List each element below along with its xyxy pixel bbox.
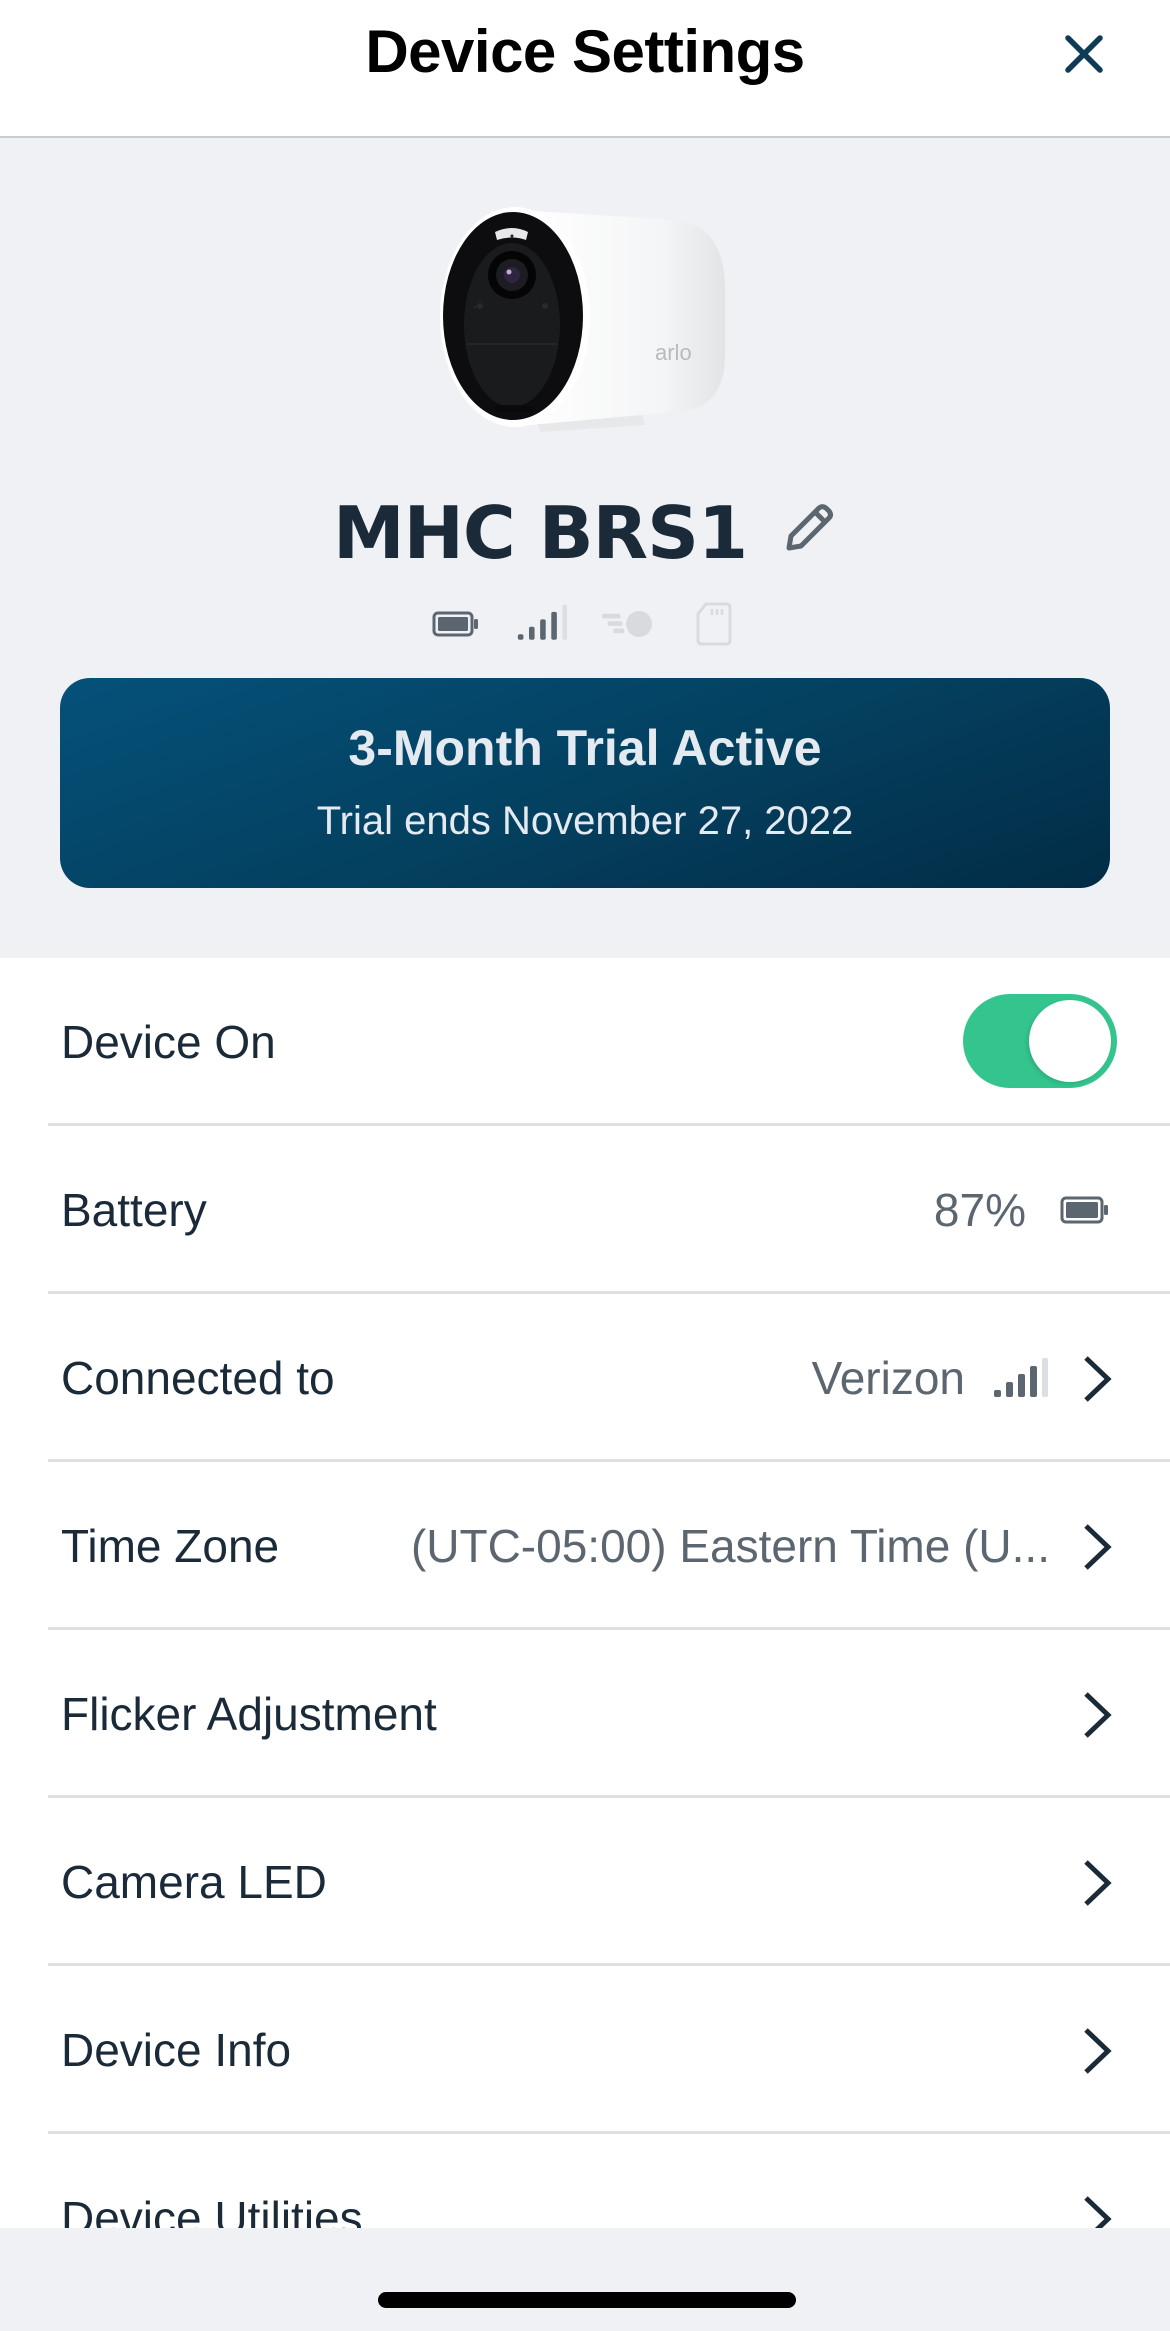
nav-header: Device Settings	[0, 0, 1170, 138]
close-button[interactable]	[1058, 28, 1110, 80]
camera-image: arlo	[440, 180, 730, 440]
device-name: MHC BRS1	[332, 491, 748, 575]
setting-time-zone[interactable]: Time Zone (UTC-05:00) Eastern Time (U...	[0, 1462, 1170, 1630]
toggle-knob	[1029, 1000, 1111, 1082]
setting-camera-led[interactable]: Camera LED	[0, 1798, 1170, 1966]
setting-label: Device On	[61, 1016, 276, 1068]
device-hero: arlo MHC BRS1 3-Month Trial Active Trial…	[0, 140, 1170, 958]
sd-card-icon	[688, 602, 740, 646]
chevron-right-icon	[1084, 1692, 1112, 1738]
trial-banner[interactable]: 3-Month Trial Active Trial ends November…	[60, 678, 1110, 888]
time-zone-value: (UTC-05:00) Eastern Time (U...	[410, 1520, 1050, 1572]
chevron-right-icon	[1084, 1860, 1112, 1906]
cellular-signal-icon	[992, 1356, 1052, 1405]
trial-title: 3-Month Trial Active	[348, 720, 822, 776]
setting-battery: Battery 87%	[0, 1126, 1170, 1294]
page-title: Device Settings	[365, 18, 805, 85]
trial-end-date: Trial ends November 27, 2022	[316, 799, 854, 843]
setting-label: Connected to	[61, 1352, 335, 1404]
setting-device-info[interactable]: Device Info	[0, 1966, 1170, 2134]
network-value: Verizon	[811, 1352, 965, 1404]
edit-name-button[interactable]	[777, 500, 837, 560]
setting-label: Time Zone	[61, 1520, 280, 1572]
device-name-row: MHC BRS1	[0, 488, 1170, 578]
battery-value: 87%	[933, 1184, 1026, 1236]
chevron-right-icon	[1084, 1356, 1112, 1402]
chevron-right-icon	[1084, 1524, 1112, 1570]
setting-label: Flicker Adjustment	[61, 1688, 437, 1740]
setting-connected-to[interactable]: Connected to Verizon	[0, 1294, 1170, 1462]
brand-logo: arlo	[655, 340, 692, 365]
setting-label: Camera LED	[61, 1856, 327, 1908]
setting-device-utilities[interactable]: Device Utilities	[0, 2134, 1170, 2228]
status-icons	[0, 600, 1170, 648]
cellular-signal-icon	[516, 602, 568, 646]
close-icon	[1065, 35, 1103, 73]
settings-list: Device On Battery 87% Connected to Veriz…	[0, 958, 1170, 2228]
battery-icon	[1060, 1196, 1110, 1229]
motion-icon	[602, 602, 654, 646]
pencil-icon	[786, 504, 834, 551]
battery-icon	[430, 602, 482, 646]
setting-flicker-adjustment[interactable]: Flicker Adjustment	[0, 1630, 1170, 1798]
setting-label: Battery	[61, 1184, 207, 1236]
chevron-right-icon	[1084, 2196, 1112, 2228]
home-indicator[interactable]	[378, 2292, 796, 2308]
setting-device-on: Device On	[0, 958, 1170, 1126]
setting-label: Device Info	[61, 2024, 292, 2076]
home-indicator-area	[0, 2228, 1170, 2331]
setting-label: Device Utilities	[61, 2192, 363, 2228]
chevron-right-icon	[1084, 2028, 1112, 2074]
device-on-toggle[interactable]	[963, 994, 1117, 1088]
